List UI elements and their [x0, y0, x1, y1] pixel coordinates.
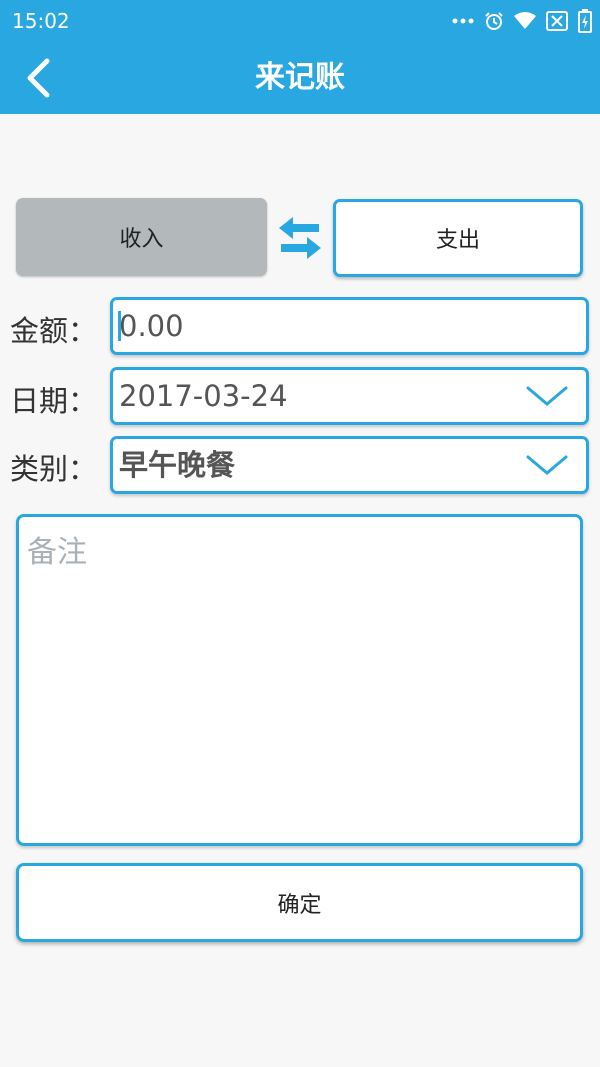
date-dropdown[interactable]: 2017-03-24: [110, 367, 589, 425]
date-value: 2017-03-24: [119, 379, 288, 413]
category-dropdown[interactable]: 早午晚餐: [110, 436, 589, 494]
alarm-icon: [484, 11, 504, 31]
date-label: 日期：: [10, 384, 98, 418]
amount-field[interactable]: 0.00: [110, 297, 589, 355]
app-bar: 来记账: [0, 42, 600, 114]
category-value: 早午晚餐: [119, 448, 236, 482]
chevron-down-icon: [526, 386, 568, 406]
status-time: 15:02: [12, 9, 70, 33]
page-title: 来记账: [255, 60, 345, 95]
status-bar: 15:02: [0, 0, 600, 42]
category-label: 类别：: [10, 452, 98, 486]
note-placeholder: 备注: [27, 535, 87, 570]
chevron-down-icon: [526, 455, 568, 475]
battery-charging-icon: [578, 9, 592, 33]
expense-button[interactable]: 支出: [333, 199, 583, 277]
note-textarea[interactable]: 备注: [16, 514, 583, 846]
swap-arrows-icon[interactable]: [275, 214, 325, 262]
amount-value: 0.00: [119, 309, 184, 343]
status-icons: [452, 6, 592, 36]
amount-label: 金额：: [10, 314, 98, 348]
no-sim-icon: [546, 11, 568, 31]
more-dots-icon: [452, 17, 474, 25]
income-button[interactable]: 收入: [16, 198, 267, 276]
wifi-icon: [514, 12, 536, 30]
confirm-button[interactable]: 确定: [16, 863, 583, 942]
